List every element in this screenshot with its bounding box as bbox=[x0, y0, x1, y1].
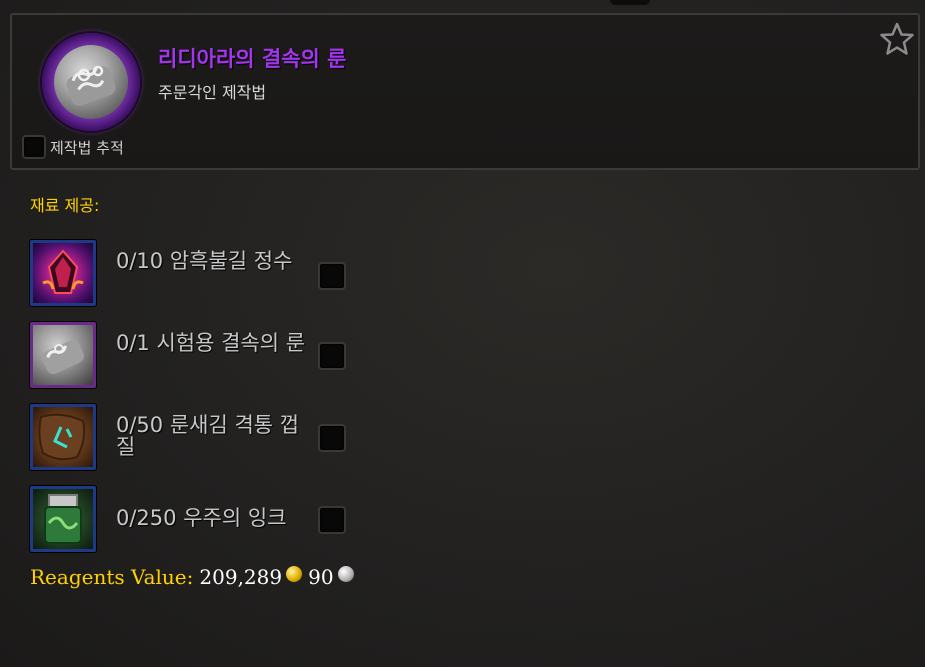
reagent-label: 0/10 암흑불길 정수 bbox=[116, 249, 293, 273]
recipe-icon-frame[interactable] bbox=[42, 33, 140, 131]
recipe-title: 리디아라의 결속의 룬 bbox=[158, 47, 347, 71]
recipe-subtitle: 주문각인 제작법 bbox=[158, 83, 267, 102]
silver-coin-icon bbox=[337, 566, 354, 582]
silver-amount: 90 bbox=[308, 565, 334, 589]
track-recipe-label: 제작법 추적 bbox=[50, 138, 124, 157]
gold-coin-icon bbox=[286, 566, 303, 582]
reagent-row[interactable]: 0/50 룬새김 격통 껍질 bbox=[30, 404, 346, 470]
top-frame-notch bbox=[610, 0, 650, 5]
star-outline-icon[interactable] bbox=[879, 21, 915, 57]
dark-flame-essence-icon bbox=[30, 240, 96, 306]
reagent-label: 0/250 우주의 잉크 bbox=[116, 506, 287, 530]
reagent-label: 0/50 룬새김 격통 껍질 bbox=[116, 413, 300, 459]
reagent-row[interactable]: 0/250 우주의 잉크 bbox=[30, 486, 346, 552]
track-recipe-checkbox[interactable] bbox=[22, 135, 46, 159]
rune-icon bbox=[54, 45, 128, 119]
reagents-section-label: 재료 제공: bbox=[30, 196, 100, 215]
reagent-row[interactable]: 0/10 암흑불길 정수 bbox=[30, 240, 346, 306]
reagent-label: 0/1 시험용 결속의 룬 bbox=[116, 331, 306, 355]
cosmic-ink-icon bbox=[30, 486, 96, 552]
reagent-checkbox[interactable] bbox=[318, 424, 346, 452]
track-recipe-toggle[interactable]: 제작법 추적 bbox=[22, 135, 124, 159]
recipe-header: 리디아라의 결속의 룬 주문각인 제작법 제작법 추적 bbox=[10, 13, 920, 170]
reagent-row[interactable]: 0/1 시험용 결속의 룬 bbox=[30, 322, 346, 388]
reagents-value-line: Reagents Value: 209,289 90 bbox=[30, 565, 360, 589]
reagent-checkbox[interactable] bbox=[318, 342, 346, 370]
reagents-value-label: Reagents Value: bbox=[30, 565, 194, 589]
gold-amount: 209,289 bbox=[199, 565, 283, 589]
reagent-checkbox[interactable] bbox=[318, 262, 346, 290]
rune-icon bbox=[30, 322, 96, 388]
reagent-checkbox[interactable] bbox=[318, 506, 346, 534]
runed-hide-icon bbox=[30, 404, 96, 470]
